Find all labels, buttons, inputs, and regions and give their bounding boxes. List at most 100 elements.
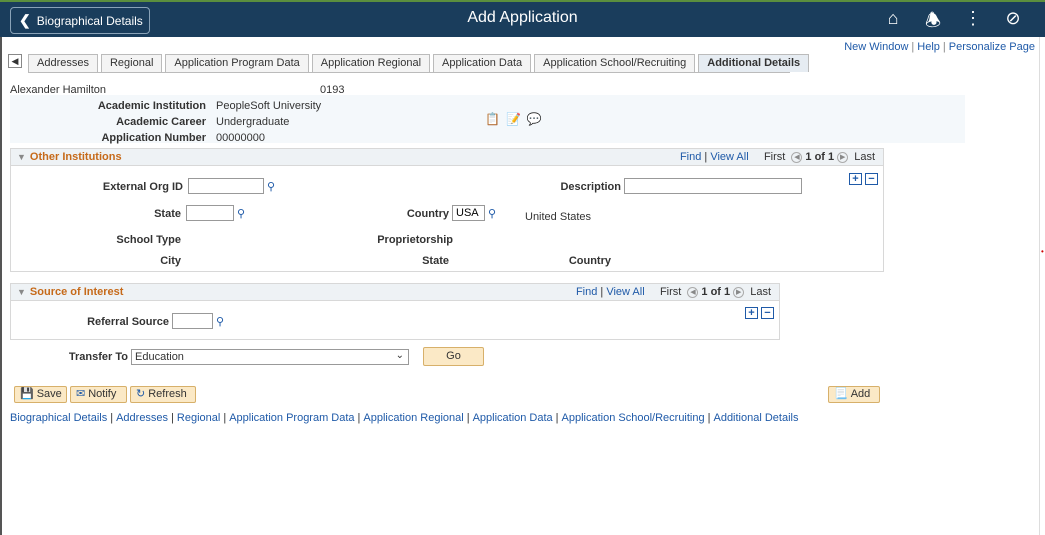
row-count: 1 of 1 [805,151,835,163]
link-application-data[interactable]: Application Data [473,412,553,424]
view-all-link[interactable]: View All [606,286,644,298]
page-links: New Window | Help | Personalize Page [844,41,1035,53]
find-link[interactable]: Find [680,151,701,163]
next-icon[interactable]: ▶ [733,286,745,298]
tab-application-program-data[interactable]: Application Program Data [165,54,309,72]
referral-source-search-icon[interactable]: ⚲ [216,315,224,328]
first-label: First [659,286,682,298]
next-icon[interactable]: ▶ [837,151,849,163]
bell-icon[interactable]: 🕭 [913,8,953,38]
other-institutions-toggle[interactable]: ▼ Other Institutions [17,151,122,163]
notify-button[interactable]: ✉ Notify [70,386,127,403]
source-of-interest-title: Source of Interest [29,286,124,298]
tab-addresses[interactable]: Addresses [28,54,98,72]
previous-icon[interactable]: ◀ [791,151,803,163]
country-label: Country [406,208,449,220]
school-type-label: School Type [116,234,181,246]
transfer-to-select[interactable]: Education ⌄ [131,349,409,365]
add-icon: 📃 [834,388,848,400]
edge-marker: • [1041,247,1044,256]
transfer-to-value: Education [135,351,184,363]
view-all-link[interactable]: View All [710,151,748,163]
refresh-button[interactable]: ↻ Refresh [130,386,196,403]
delete-row-icon[interactable]: − [761,307,774,319]
add-row-icon[interactable]: + [849,173,862,185]
source-of-interest-group: ▼ Source of Interest Find | View All Firs… [10,283,780,340]
row-count: 1 of 1 [701,286,731,298]
source-of-interest-nav: Find | View All First ◀ 1 of 1 ▶ Last [575,286,771,298]
tab-regional[interactable]: Regional [100,54,163,72]
add-row-icon[interactable]: + [745,307,758,319]
link-regional[interactable]: Regional [177,412,220,424]
top-actions: ⌂ 🕭 ⋮ ⊘ [873,8,1033,38]
other-institutions-header: ▼ Other Institutions Find | View All Firs… [11,149,883,166]
tab-application-regional[interactable]: Application Regional [311,54,431,72]
top-banner: ❮ Biographical Details Add Application ⌂… [0,0,1045,37]
link-application-regional[interactable]: Application Regional [363,412,463,424]
go-button[interactable]: Go [423,347,484,366]
link-addresses[interactable]: Addresses [116,412,168,424]
academic-institution-label: Academic Institution [97,100,206,112]
country-input[interactable] [452,205,485,221]
country-search-icon[interactable]: ⚲ [488,207,496,220]
link-biographical-details[interactable]: Biographical Details [10,412,107,424]
application-number-value: 00000000 [216,132,265,144]
link-additional-details[interactable]: Additional Details [713,412,798,424]
link-application-program-data[interactable]: Application Program Data [229,412,354,424]
chevron-down-icon: ⌄ [395,350,404,361]
tab-application-school-recruiting[interactable]: Application School/Recruiting [534,54,696,72]
other-institutions-title: Other Institutions [29,151,122,163]
navbar-icon[interactable]: ⊘ [993,8,1033,38]
checklist-icon[interactable]: 📋 [485,112,500,126]
description-label: Description [560,181,621,193]
more-icon[interactable]: ⋮ [953,8,993,38]
new-window-link[interactable]: New Window [844,41,908,53]
state-input[interactable] [186,205,234,221]
delete-row-icon[interactable]: − [865,173,878,185]
tab-application-data[interactable]: Application Data [433,54,532,72]
state-search-icon[interactable]: ⚲ [237,207,245,220]
add-label: Add [850,388,871,400]
notify-label: Notify [88,388,117,400]
right-border [1039,37,1040,535]
save-button[interactable]: 💾 Save [14,386,67,403]
help-link[interactable]: Help [917,41,940,53]
academic-career-value: Undergraduate [216,116,290,128]
add-button[interactable]: 📃 Add [828,386,880,403]
save-icon: 💾 [20,388,34,400]
referral-source-input[interactable] [172,313,213,329]
tab-scroll-left-icon[interactable]: ◀ [8,54,22,68]
source-of-interest-toggle[interactable]: ▼ Source of Interest [17,286,123,298]
city-label: City [160,255,181,267]
collapse-icon: ▼ [17,287,26,297]
left-border [0,37,2,535]
source-of-interest-header: ▼ Source of Interest Find | View All Firs… [11,284,779,301]
other-institutions-nav: Find | View All First ◀ 1 of 1 ▶ Last [679,151,875,163]
notify-icon: ✉ [76,388,86,400]
application-number-label: Application Number [101,132,206,144]
external-org-id-input[interactable] [188,178,264,194]
country-name: United States [525,211,592,223]
country-display-label: Country [568,255,611,267]
notes-icon[interactable]: 📝 [506,112,521,126]
state-label: State [154,208,181,220]
tab-additional-details[interactable]: Additional Details [698,54,810,72]
home-icon[interactable]: ⌂ [873,8,913,38]
description-input[interactable] [624,178,802,194]
proprietorship-label: Proprietorship [377,234,453,246]
save-label: Save [36,388,62,400]
refresh-label: Refresh [148,388,187,400]
find-link[interactable]: Find [576,286,597,298]
comments-icon[interactable]: 💬 [527,112,542,126]
previous-icon[interactable]: ◀ [687,286,699,298]
personalize-page-link[interactable]: Personalize Page [949,41,1035,53]
transfer-to-label: Transfer To [68,351,128,363]
link-application-school-recruiting[interactable]: Application School/Recruiting [562,412,705,424]
last-label: Last [854,151,875,163]
external-org-search-icon[interactable]: ⚲ [267,180,275,193]
student-name: Alexander Hamilton [10,84,106,96]
state-display-label: State [422,255,449,267]
academic-institution-value: PeopleSoft University [216,100,322,112]
bottom-page-links: Biographical Details | Addresses | Regional |… [10,412,799,424]
tab-bar: ◀ Addresses Regional Application Program… [8,54,812,72]
